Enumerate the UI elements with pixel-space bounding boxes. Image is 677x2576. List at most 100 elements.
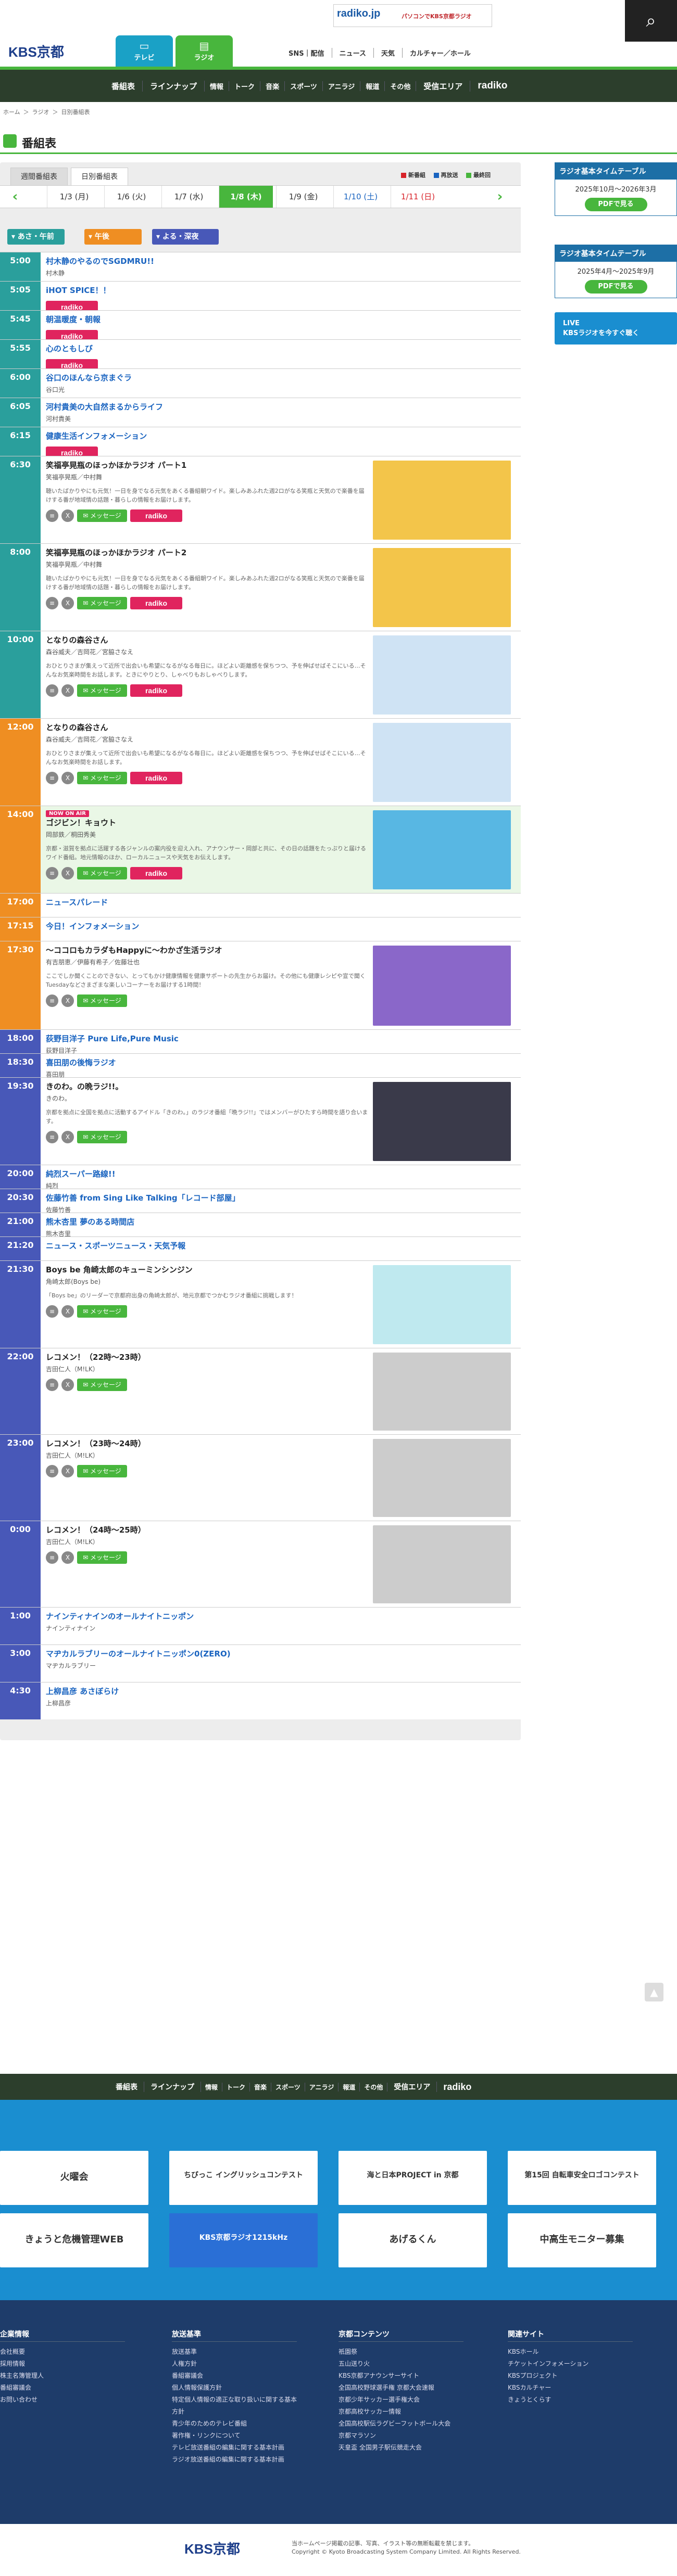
live-listen-button[interactable]: LIVE KBSラジオを今すぐ聴く — [555, 312, 677, 345]
radiko-button[interactable]: radiko — [130, 509, 182, 522]
program-detail-icon[interactable]: ≡ — [46, 1551, 58, 1564]
link-culture[interactable]: カルチャー／ホール — [403, 48, 478, 58]
footer-link[interactable]: 全国高校野球選手権 京都大会速報 — [338, 2382, 463, 2394]
footer-link[interactable]: 京都少年サッカー選手権大会 — [338, 2394, 463, 2406]
nav-talk[interactable]: トーク — [229, 81, 261, 91]
pdf-button[interactable]: PDFで見る — [584, 280, 647, 294]
nav-radiko[interactable]: radiko — [437, 2082, 478, 2093]
search-button[interactable]: ⌕ — [625, 0, 677, 42]
prev-day-button[interactable]: ‹ — [7, 189, 23, 205]
nav-area[interactable]: 受信エリア — [387, 2082, 437, 2092]
link-weather[interactable]: 天気 — [374, 48, 403, 58]
program-title[interactable]: 純烈スーパー路線!! — [46, 1168, 369, 1179]
program-title[interactable]: iHOT SPICE！！ — [46, 285, 369, 296]
thumb-moriya-1[interactable] — [373, 635, 511, 715]
program-detail-icon[interactable]: ≡ — [46, 1379, 58, 1391]
program-title[interactable]: レコメン！（22時〜23時） — [46, 1351, 369, 1362]
tab-radio[interactable]: ▤ ラジオ — [175, 35, 233, 68]
footer-link[interactable]: 放送基準 — [172, 2346, 297, 2358]
x-share-icon[interactable]: X — [61, 994, 74, 1007]
nav-area[interactable]: 受信エリア — [416, 80, 471, 92]
footer-link[interactable]: ラジオ放送番組の編集に関する基本計画 — [172, 2454, 297, 2466]
nav-anime[interactable]: アニラジ — [305, 2082, 339, 2092]
program-title[interactable]: 河村貴美の大自然まるからライフ — [46, 401, 369, 412]
footer-link[interactable]: 個人情報保護方針 — [172, 2382, 297, 2394]
breadcrumb-radio[interactable]: ラジオ — [32, 109, 49, 116]
footer-link[interactable]: 番組審議会 — [172, 2370, 297, 2382]
thumb-wakasa[interactable] — [373, 946, 511, 1026]
program-title[interactable]: 〜ココロもカラダもHappyに〜わかざ生活ラジオ — [46, 945, 369, 955]
date-tab[interactable]: 1/6 (火) — [104, 186, 158, 208]
footer-link[interactable]: お問い合わせ — [0, 2394, 125, 2406]
date-tab[interactable]: 1/10 (土) — [333, 186, 387, 208]
tab-daily[interactable]: 日別番組表 — [71, 168, 128, 185]
tab-tv[interactable]: ▭ テレビ — [116, 35, 173, 68]
thumb-kyumin[interactable] — [373, 1265, 511, 1344]
message-button[interactable]: ✉ メッセージ — [77, 772, 127, 784]
banner-ageru-kun[interactable]: あげるくん — [338, 2213, 487, 2267]
program-title[interactable]: 今日！インフォメーション — [46, 921, 369, 932]
footer-link[interactable]: 著作権・リンクについて — [172, 2430, 297, 2442]
nav-lineup[interactable]: ラインナップ — [144, 2082, 201, 2092]
nav-music[interactable]: 音楽 — [260, 81, 285, 91]
zone-afternoon-button[interactable]: ▾ 午後 — [84, 229, 142, 245]
nav-news[interactable]: 報道 — [360, 81, 385, 91]
nav-other[interactable]: その他 — [385, 81, 417, 91]
nav-schedule[interactable]: 番組表 — [104, 80, 143, 92]
banner-1215khz[interactable]: KBS京都ラジオ1215kHz — [169, 2213, 318, 2267]
radiko-button[interactable]: radiko — [130, 867, 182, 879]
radiko-button[interactable]: radiko — [130, 684, 182, 697]
program-title[interactable]: 朝温暖度・朝報 — [46, 314, 369, 325]
footer-link[interactable]: 祇園祭 — [338, 2346, 463, 2358]
banner-monitor[interactable]: 中高生モニター募集 — [508, 2213, 656, 2267]
footer-link[interactable]: 特定個人情報の適正な取り扱いに関する基本方針 — [172, 2394, 297, 2418]
nav-talk[interactable]: トーク — [222, 2082, 250, 2092]
program-title[interactable]: 喜田朋の後悔ラジオ — [46, 1057, 369, 1068]
footer-link[interactable]: 五山送り火 — [338, 2358, 463, 2370]
program-title[interactable]: きのわ。の晩ラジ!!。 — [46, 1081, 369, 1092]
pdf-button[interactable]: PDFで見る — [584, 198, 647, 211]
message-button[interactable]: ✉ メッセージ — [77, 509, 127, 522]
program-title[interactable]: 佐藤竹善 from Sing Like Talking「レコード部屋」 — [46, 1192, 369, 1203]
footer-link[interactable]: 番組審議会 — [0, 2382, 125, 2394]
program-title[interactable]: ナインティナインのオールナイトニッポン — [46, 1611, 369, 1622]
nav-news[interactable]: 報道 — [338, 2082, 360, 2092]
next-day-button[interactable]: › — [492, 189, 508, 205]
x-share-icon[interactable]: X — [61, 772, 74, 784]
message-button[interactable]: ✉ メッセージ — [77, 684, 127, 697]
date-tab[interactable]: 1/11 (日) — [391, 186, 445, 208]
nav-other[interactable]: その他 — [360, 2082, 388, 2092]
nav-schedule[interactable]: 番組表 — [109, 2082, 144, 2092]
message-button[interactable]: ✉ メッセージ — [77, 994, 127, 1007]
footer-logo[interactable]: KBS京都 — [184, 2539, 240, 2558]
message-button[interactable]: ✉ メッセージ — [77, 1305, 127, 1318]
banner-kikikanri[interactable]: きょうと危機管理WEB — [0, 2213, 148, 2267]
breadcrumb-home[interactable]: ホーム — [3, 109, 20, 116]
program-title[interactable]: マヂカルラブリーのオールナイトニッポン0(ZERO) — [46, 1648, 369, 1659]
footer-link[interactable]: KBS京都アナウンサーサイト — [338, 2370, 463, 2382]
thumb-moriya-2[interactable] — [373, 723, 511, 802]
footer-link[interactable]: 採用情報 — [0, 2358, 125, 2370]
banner-english-contest[interactable]: ちびっこ イングリッシュコンテスト — [169, 2151, 318, 2205]
program-detail-icon[interactable]: ≡ — [46, 684, 58, 697]
nav-anime[interactable]: アニラジ — [323, 81, 361, 91]
footer-link[interactable]: KBSホール — [508, 2346, 633, 2358]
program-title[interactable]: レコメン！（24時〜25時） — [46, 1524, 369, 1535]
x-share-icon[interactable]: X — [61, 1379, 74, 1391]
message-button[interactable]: ✉ メッセージ — [77, 1465, 127, 1477]
thumb-recomen-2[interactable] — [373, 1439, 511, 1517]
x-share-icon[interactable]: X — [61, 1131, 74, 1143]
footer-link[interactable]: 全国高校駅伝ラグビーフットボール大会 — [338, 2418, 463, 2430]
footer-link[interactable]: 京都マラソン — [338, 2430, 463, 2442]
footer-link[interactable]: きょうとくらす — [508, 2394, 633, 2406]
date-tab[interactable]: 1/7 (水) — [161, 186, 216, 208]
program-title[interactable]: 心のともしび — [46, 343, 369, 354]
program-detail-icon[interactable]: ≡ — [46, 1465, 58, 1477]
thumb-recomen-3[interactable] — [373, 1525, 511, 1603]
nav-radiko[interactable]: radiko — [470, 80, 515, 92]
nav-info[interactable]: 情報 — [205, 81, 230, 91]
date-tab[interactable]: 1/8 (木) — [219, 186, 273, 208]
program-title[interactable]: 笑福亭晃瓶のほっかほかラジオ パート2 — [46, 547, 369, 558]
program-title[interactable]: となりの森谷さん — [46, 634, 369, 645]
program-title[interactable]: ニュースパレード — [46, 897, 369, 908]
